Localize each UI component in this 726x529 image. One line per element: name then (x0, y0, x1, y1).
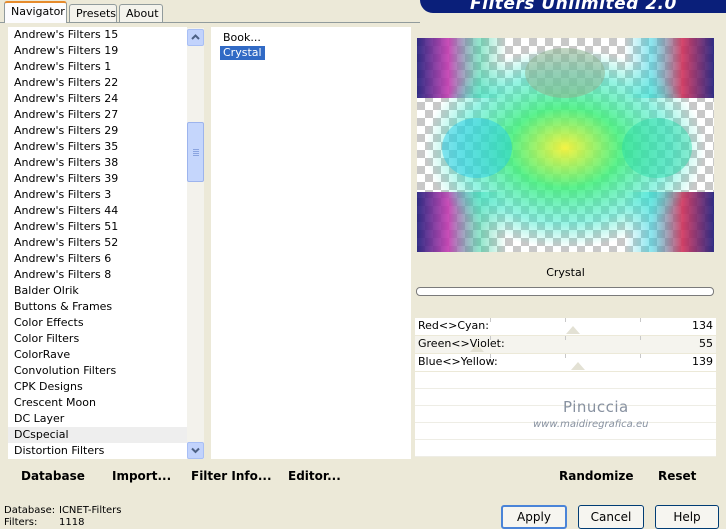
status-database-label: Database: (4, 505, 56, 516)
chevron-down-icon (191, 447, 200, 454)
filter-category-item[interactable]: Convolution Filters (8, 363, 187, 379)
slider-value: 139 (692, 355, 713, 368)
apply-button[interactable]: Apply (501, 505, 567, 529)
filter-category-item[interactable]: Andrew's Filters 19 (8, 43, 187, 59)
cancel-button[interactable]: Cancel (578, 505, 644, 529)
watermark-site: www.maidiregrafica.eu (533, 419, 649, 430)
tab-about[interactable]: About (119, 4, 163, 22)
filter-category-item[interactable]: Distortion Filters (8, 443, 187, 459)
filter-category-item[interactable]: Andrew's Filters 52 (8, 235, 187, 251)
status-database-value: ICNET-Filters (59, 505, 122, 516)
slider-label: Blue<>Yellow: (418, 355, 498, 368)
status-filters-label: Filters: (4, 517, 38, 528)
filter-category-item[interactable]: Andrew's Filters 29 (8, 123, 187, 139)
filter-preview (417, 38, 714, 252)
status-filters-value: 1118 (59, 517, 85, 528)
chevron-up-icon (191, 34, 200, 40)
slider-knob[interactable] (566, 326, 580, 334)
filter-category-item[interactable]: Andrew's Filters 44 (8, 203, 187, 219)
filter-category-item[interactable]: DC Layer (8, 411, 187, 427)
filter-category-item[interactable]: Andrew's Filters 8 (8, 267, 187, 283)
filter-category-item[interactable]: Balder Olrik (8, 283, 187, 299)
slider-green-violet[interactable]: Green<>Violet: 55 (415, 336, 716, 353)
current-filter-name: Crystal (415, 262, 716, 284)
filter-category-item[interactable]: CPK Designs (8, 379, 187, 395)
filter-info-button[interactable]: Filter Info... (191, 469, 272, 483)
app-banner: Filters Unlimited 2.0 (420, 0, 726, 13)
slider-knob[interactable] (571, 362, 585, 370)
filter-category-item[interactable]: Andrew's Filters 6 (8, 251, 187, 267)
database-button[interactable]: Database (21, 469, 85, 483)
status-filters: Filters: 1118 (4, 517, 84, 529)
filter-category-item[interactable]: DCspecial (8, 427, 187, 443)
watermark-name: Pinuccia (563, 398, 629, 416)
filter-category-item[interactable]: Andrew's Filters 15 (8, 27, 187, 43)
category-scrollbar[interactable] (187, 28, 204, 459)
filter-category-item[interactable]: Andrew's Filters 51 (8, 219, 187, 235)
filter-category-item[interactable]: Andrew's Filters 1 (8, 59, 187, 75)
effect-item-crystal[interactable]: Crystal (220, 46, 265, 60)
filter-category-item[interactable]: Andrew's Filters 39 (8, 171, 187, 187)
status-database: Database: ICNET-Filters (4, 505, 122, 517)
app-title: Filters Unlimited 2.0 (470, 0, 677, 13)
slider-blue-yellow[interactable]: Blue<>Yellow: 139 (415, 354, 716, 371)
editor-button[interactable]: Editor... (288, 469, 341, 483)
filter-category-item[interactable]: Color Effects (8, 315, 187, 331)
right-toolbar: Randomize Reset (415, 462, 716, 488)
empty-control-row (415, 372, 716, 389)
reset-button[interactable]: Reset (658, 469, 696, 483)
filter-category-item[interactable]: Crescent Moon (8, 395, 187, 411)
filter-category-item[interactable]: Andrew's Filters 24 (8, 91, 187, 107)
effect-list[interactable]: Book... Crystal (211, 27, 411, 459)
filter-category-item[interactable]: Color Filters (8, 331, 187, 347)
scroll-up-button[interactable] (187, 29, 204, 46)
tab-navigator[interactable]: Navigator (4, 1, 67, 23)
grip-icon (193, 149, 199, 150)
filter-category-list[interactable]: Andrew's Filters 15 Andrew's Filters 19 An… (8, 27, 187, 459)
slider-value: 55 (699, 337, 713, 350)
preview-image (417, 38, 714, 252)
filter-category-item[interactable]: ColorRave (8, 347, 187, 363)
scroll-down-button[interactable] (187, 442, 204, 459)
slider-red-cyan[interactable]: Red<>Cyan: 134 (415, 318, 716, 335)
slider-label: Red<>Cyan: (418, 319, 489, 332)
filter-category-item[interactable]: Andrew's Filters 3 (8, 187, 187, 203)
scroll-thumb[interactable] (187, 122, 204, 182)
tab-presets[interactable]: Presets (69, 4, 117, 22)
progress-bar (416, 287, 714, 296)
filter-category-item[interactable]: Andrew's Filters 38 (8, 155, 187, 171)
filter-category-item[interactable]: Andrew's Filters 22 (8, 75, 187, 91)
filter-category-item[interactable]: Buttons & Frames (8, 299, 187, 315)
help-button[interactable]: Help (655, 505, 719, 529)
left-toolbar: Database Import... Filter Info... Editor… (8, 462, 411, 488)
randomize-button[interactable]: Randomize (559, 469, 633, 483)
effect-item-book[interactable]: Book... (220, 31, 264, 45)
filter-category-item[interactable]: Andrew's Filters 35 (8, 139, 187, 155)
filter-category-item[interactable]: Andrew's Filters 27 (8, 107, 187, 123)
import-button[interactable]: Import... (112, 469, 171, 483)
empty-control-row (415, 440, 716, 457)
slider-label: Green<>Violet: (418, 337, 505, 350)
slider-value: 134 (692, 319, 713, 332)
